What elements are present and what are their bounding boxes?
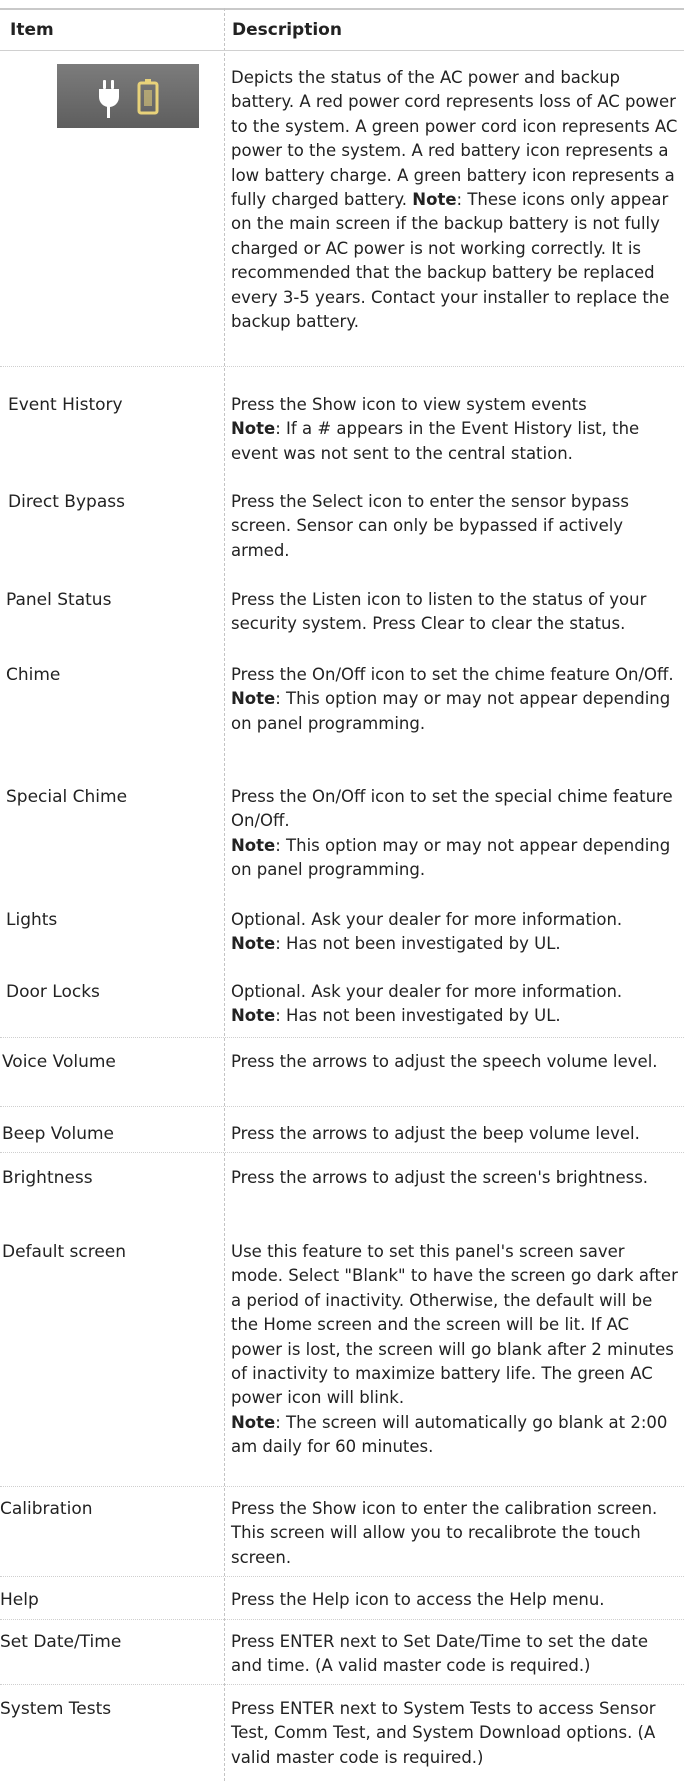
row-item-label: Help — [0, 1590, 39, 1610]
header-rule — [0, 50, 684, 51]
note-text: : These icons only appear on the main sc… — [231, 190, 670, 332]
table-top-rule — [0, 8, 684, 10]
row-item-label: Brightness — [2, 1168, 93, 1188]
column-header-description: Description — [232, 20, 342, 40]
row-description: Press the arrows to adjust the beep volu… — [231, 1124, 640, 1143]
row-rule — [0, 1576, 684, 1577]
row-item-label: Default screen — [2, 1242, 127, 1262]
row-item-label: Special Chime — [6, 787, 128, 807]
note-text: : If a # appears in the Event History li… — [231, 419, 640, 463]
row-item-label: Set Date/Time — [0, 1632, 122, 1652]
note-text: : This option may or may not appear depe… — [231, 689, 671, 733]
row-rule — [0, 366, 684, 367]
row-item-label: Calibration — [0, 1499, 93, 1519]
row-rule — [0, 1619, 684, 1620]
row-rule — [0, 1106, 684, 1107]
description-text: Optional. Ask your dealer for more infor… — [231, 982, 623, 1001]
backup-battery-icon — [137, 79, 159, 115]
description-text: Optional. Ask your dealer for more infor… — [231, 910, 623, 929]
note-text: : This option may or may not appear depe… — [231, 835, 671, 880]
row-description: Press the Select icon to enter the senso… — [231, 492, 629, 560]
column-header-item: Item — [10, 20, 54, 40]
row-description: Press ENTER next to Set Date/Time to set… — [231, 1632, 649, 1676]
row-item-label: Door Locks — [6, 982, 100, 1002]
description-text: Press the On/Off icon to set the chime f… — [231, 665, 674, 684]
note-label: Note — [231, 419, 276, 439]
row-item-label: System Tests — [0, 1699, 112, 1719]
description-text: Use this feature to set this panel's scr… — [231, 1242, 678, 1408]
row-description: Use this feature to set this panel's scr… — [231, 1240, 679, 1460]
row-rule — [0, 1037, 684, 1038]
note-label: Note — [231, 689, 276, 709]
row-description: Press the On/Off icon to set the special… — [231, 785, 679, 883]
row-item-label: Chime — [6, 665, 61, 685]
note-label: Note — [412, 190, 457, 210]
row-item-label: Panel Status — [6, 590, 112, 610]
description-text: Press the On/Off icon to set the special… — [231, 787, 673, 831]
note-label: Note — [231, 934, 276, 954]
row-item-label: Lights — [6, 910, 58, 930]
row-description: Press the Help icon to access the Help m… — [231, 1590, 605, 1609]
description-text: Depicts the status of the AC power and b… — [231, 68, 678, 210]
row-description: Press the Listen icon to listen to the s… — [231, 590, 647, 634]
row-description: Optional. Ask your dealer for more infor… — [231, 980, 679, 1029]
row-rule — [0, 1152, 684, 1153]
ac-power-cord-icon — [99, 80, 119, 118]
row-rule — [0, 1684, 684, 1685]
row-item-label: Event History — [8, 395, 123, 415]
row-description: Press the Show icon to view system event… — [231, 393, 679, 466]
power-status-icon-panel — [57, 64, 199, 128]
row-description: Press the arrows to adjust the speech vo… — [231, 1052, 658, 1071]
row-item-label: Direct Bypass — [8, 492, 125, 512]
reference-table: Item Description Depicts the status of t… — [0, 0, 684, 1781]
description-text: Press the Show icon to view system event… — [231, 395, 587, 414]
note-text: : The screen will automatically go blank… — [231, 1412, 668, 1457]
note-text: : Has not been investigated by UL. — [275, 934, 561, 954]
row-rule — [0, 1486, 684, 1487]
power-status-icons — [99, 79, 159, 118]
note-label: Note — [231, 835, 276, 855]
note-label: Note — [231, 1412, 276, 1432]
column-divider — [224, 8, 225, 1781]
row-item-label: Beep Volume — [2, 1124, 115, 1144]
note-label: Note — [231, 1006, 276, 1026]
row-description: Press the On/Off icon to set the chime f… — [231, 663, 679, 736]
note-text: : Has not been investigated by UL. — [275, 1006, 561, 1026]
row-description: Depicts the status of the AC power and b… — [231, 66, 679, 334]
row-description: Press the arrows to adjust the screen's … — [231, 1168, 649, 1187]
row-description: Press ENTER next to System Tests to acce… — [231, 1699, 656, 1767]
row-description: Optional. Ask your dealer for more infor… — [231, 908, 679, 957]
row-item-label: Voice Volume — [2, 1052, 116, 1072]
row-description: Press the Show icon to enter the calibra… — [231, 1499, 658, 1567]
